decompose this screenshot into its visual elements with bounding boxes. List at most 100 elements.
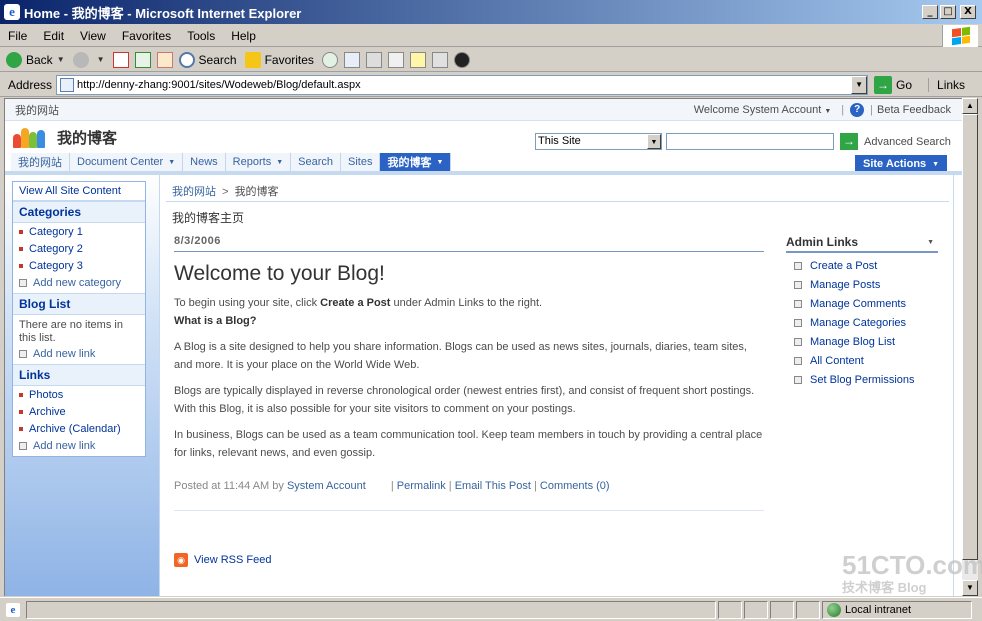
post-question: What is a Blog? bbox=[174, 315, 257, 327]
refresh-icon[interactable] bbox=[134, 51, 151, 68]
ie-icon: e bbox=[4, 4, 20, 20]
discuss-icon[interactable] bbox=[409, 51, 426, 68]
site-title[interactable]: 我的博客 bbox=[57, 127, 117, 148]
email-post-link[interactable]: Email This Post bbox=[455, 480, 531, 492]
links-item[interactable]: Archive bbox=[13, 403, 145, 420]
menu-view[interactable]: View bbox=[72, 29, 114, 43]
links-button[interactable]: Links bbox=[928, 77, 965, 92]
research-icon[interactable] bbox=[431, 51, 448, 68]
category-link[interactable]: Category 1 bbox=[13, 223, 145, 240]
search-scope-select[interactable]: This Site ▼ bbox=[535, 133, 662, 150]
back-dropdown-icon[interactable]: ▼ bbox=[57, 55, 65, 64]
admin-link-manage-categories[interactable]: Manage Categories bbox=[786, 317, 938, 329]
admin-link-all-content[interactable]: All Content bbox=[786, 355, 938, 367]
history-icon[interactable] bbox=[321, 51, 338, 68]
forward-dropdown-icon[interactable]: ▼ bbox=[97, 55, 105, 64]
address-url[interactable]: http://denny-zhang:9001/sites/Wodeweb/Bl… bbox=[77, 79, 361, 91]
admin-link-create-post[interactable]: Create a Post bbox=[786, 260, 938, 272]
links-item[interactable]: Archive (Calendar) bbox=[13, 420, 145, 437]
minimize-button[interactable]: _ bbox=[922, 5, 938, 19]
security-zone[interactable]: Local intranet bbox=[822, 600, 972, 619]
admin-link-manage-posts[interactable]: Manage Posts bbox=[786, 279, 938, 291]
scroll-thumb[interactable] bbox=[962, 114, 978, 560]
post-title[interactable]: Welcome to your Blog! bbox=[174, 262, 764, 286]
category-link[interactable]: Category 2 bbox=[13, 240, 145, 257]
scope-dropdown-icon[interactable]: ▼ bbox=[647, 134, 661, 149]
scroll-up-icon[interactable]: ▲ bbox=[962, 98, 978, 114]
close-button[interactable]: X bbox=[960, 5, 976, 19]
categories-header[interactable]: Categories bbox=[13, 201, 145, 223]
go-label: Go bbox=[896, 77, 913, 92]
author-link[interactable]: System Account bbox=[287, 480, 366, 492]
global-nav-bar: 我的网站 Welcome System Account ▼ | ? | Beta… bbox=[5, 99, 962, 121]
post-paragraph-2: Blogs are typically displayed in reverse… bbox=[174, 385, 755, 415]
tab-search[interactable]: Search bbox=[291, 153, 341, 171]
favorites-button[interactable]: Favorites bbox=[244, 51, 314, 68]
maximize-button[interactable]: □ bbox=[940, 5, 956, 19]
admin-link-label: Set Blog Permissions bbox=[810, 374, 915, 386]
mail-icon[interactable] bbox=[343, 51, 360, 68]
beta-feedback-link[interactable]: Beta Feedback bbox=[877, 104, 951, 116]
search-button[interactable]: Search bbox=[178, 51, 237, 68]
forward-arrow-icon bbox=[72, 51, 89, 68]
vertical-scrollbar[interactable]: ▲ ▼ bbox=[962, 98, 978, 596]
messenger-icon[interactable] bbox=[453, 51, 470, 68]
menu-tools[interactable]: Tools bbox=[179, 29, 223, 43]
back-button[interactable]: Back ▼ bbox=[6, 51, 65, 68]
search-scope-value: This Site bbox=[538, 135, 581, 147]
menu-edit[interactable]: Edit bbox=[35, 29, 72, 43]
favorites-star-icon bbox=[244, 51, 261, 68]
address-bar: Address http://denny-zhang:9001/sites/Wo… bbox=[0, 73, 982, 97]
advanced-search-link[interactable]: Advanced Search bbox=[864, 136, 951, 148]
bullet-icon bbox=[19, 247, 23, 251]
admin-link-manage-comments[interactable]: Manage Comments bbox=[786, 298, 938, 310]
bullet-icon bbox=[19, 427, 23, 431]
rss-feed-link[interactable]: ◉ View RSS Feed bbox=[174, 553, 271, 567]
address-input[interactable]: http://denny-zhang:9001/sites/Wodeweb/Bl… bbox=[56, 74, 869, 95]
status-cell bbox=[744, 600, 768, 619]
edit-word-icon[interactable] bbox=[387, 51, 404, 68]
menu-file[interactable]: File bbox=[0, 29, 35, 43]
forward-button[interactable]: ▼ bbox=[72, 51, 105, 68]
watermark: 51CTO.com 技术博客 Blog bbox=[842, 550, 982, 596]
add-icon bbox=[19, 442, 27, 450]
welcome-menu[interactable]: Welcome System Account ▼ bbox=[694, 104, 832, 116]
print-icon[interactable] bbox=[365, 51, 382, 68]
add-link-link-2[interactable]: Add new link bbox=[13, 437, 145, 456]
search-go-button[interactable]: → bbox=[840, 133, 858, 150]
home-icon[interactable] bbox=[156, 51, 173, 68]
tab-my-blog[interactable]: 我的博客 ▼ bbox=[380, 153, 452, 171]
category-link[interactable]: Category 3 bbox=[13, 257, 145, 274]
admin-link-manage-blog-list[interactable]: Manage Blog List bbox=[786, 336, 938, 348]
add-link-link[interactable]: Add new link bbox=[13, 345, 145, 364]
breadcrumb-root-link[interactable]: 我的网站 bbox=[172, 186, 216, 198]
blog-list-header[interactable]: Blog List bbox=[13, 293, 145, 315]
view-all-content-link[interactable]: View All Site Content bbox=[13, 182, 145, 201]
tab-sites[interactable]: Sites bbox=[341, 153, 381, 171]
tab-news[interactable]: News bbox=[183, 153, 226, 171]
help-icon[interactable]: ? bbox=[850, 102, 865, 117]
permalink-link[interactable]: Permalink bbox=[397, 480, 446, 492]
go-button[interactable]: → Go bbox=[874, 75, 913, 94]
address-dropdown-icon[interactable]: ▼ bbox=[851, 75, 868, 94]
links-label: Archive bbox=[29, 406, 66, 418]
search-input[interactable] bbox=[666, 133, 834, 150]
bullet-icon bbox=[794, 357, 802, 365]
menu-help[interactable]: Help bbox=[223, 29, 264, 43]
links-item[interactable]: Photos bbox=[13, 386, 145, 403]
links-header[interactable]: Links bbox=[13, 364, 145, 386]
post-meta: Posted at 11:44 AM by System Account | P… bbox=[174, 480, 764, 511]
tab-document-center[interactable]: Document Center ▼ bbox=[70, 153, 184, 171]
chevron-down-icon[interactable]: ▼ bbox=[927, 235, 938, 249]
tab-my-site[interactable]: 我的网站 bbox=[11, 153, 70, 171]
admin-link-set-permissions[interactable]: Set Blog Permissions bbox=[786, 374, 938, 386]
add-category-link[interactable]: Add new category bbox=[13, 274, 145, 293]
status-cell bbox=[770, 600, 794, 619]
admin-links-header[interactable]: Admin Links ▼ bbox=[786, 235, 938, 253]
menu-favorites[interactable]: Favorites bbox=[114, 29, 179, 43]
comments-link[interactable]: Comments (0) bbox=[540, 480, 610, 492]
global-site-link[interactable]: 我的网站 bbox=[5, 102, 694, 118]
tab-reports[interactable]: Reports ▼ bbox=[225, 153, 292, 171]
stop-icon[interactable] bbox=[112, 51, 129, 68]
bullet-icon bbox=[794, 338, 802, 346]
